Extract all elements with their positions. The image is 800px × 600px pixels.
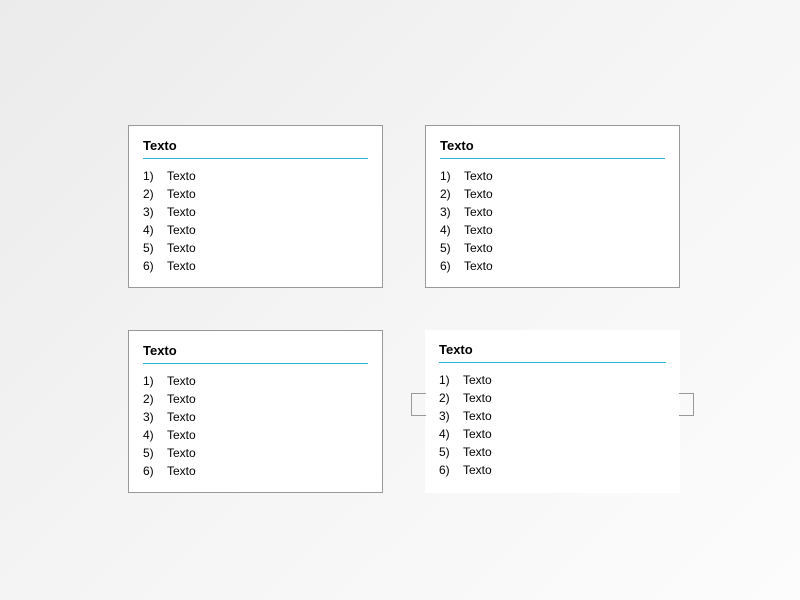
list-number: 1)	[439, 373, 463, 387]
list-item: 4)Texto	[439, 427, 666, 441]
list-number: 1)	[143, 169, 167, 183]
card-underline	[143, 363, 368, 364]
list-text: Texto	[464, 241, 665, 255]
card-title: Texto	[143, 343, 368, 358]
list-number: 4)	[440, 223, 464, 237]
list-text: Texto	[463, 463, 666, 477]
list-number: 3)	[439, 409, 463, 423]
list-number: 4)	[439, 427, 463, 441]
list-number: 6)	[439, 463, 463, 477]
list-item: 1)Texto	[439, 373, 666, 387]
list-item: 3)Texto	[440, 205, 665, 219]
text-card: Texto 1)Texto 2)Texto 3)Texto 4)Texto 5)…	[425, 330, 680, 493]
list-number: 1)	[143, 374, 167, 388]
list-number: 1)	[440, 169, 464, 183]
list-number: 3)	[143, 205, 167, 219]
list-item: 6)Texto	[440, 259, 665, 273]
card-title: Texto	[439, 342, 666, 357]
list-text: Texto	[463, 373, 666, 387]
list-text: Texto	[167, 392, 368, 406]
list-number: 4)	[143, 223, 167, 237]
card-underline	[143, 158, 368, 159]
list-text: Texto	[463, 391, 666, 405]
list-item: 2)Texto	[440, 187, 665, 201]
list-text: Texto	[463, 445, 666, 459]
list-number: 5)	[440, 241, 464, 255]
list-text: Texto	[464, 205, 665, 219]
list-item: 3)Texto	[143, 410, 368, 424]
list-number: 5)	[439, 445, 463, 459]
list-number: 2)	[439, 391, 463, 405]
list-item: 4)Texto	[143, 223, 368, 237]
list-item: 5)Texto	[439, 445, 666, 459]
list-text: Texto	[167, 169, 368, 183]
list-number: 2)	[143, 187, 167, 201]
list-text: Texto	[167, 446, 368, 460]
list-item: 5)Texto	[143, 241, 368, 255]
list-item: 2)Texto	[143, 392, 368, 406]
list-number: 2)	[440, 187, 464, 201]
list-item: 1)Texto	[143, 169, 368, 183]
card-title: Texto	[440, 138, 665, 153]
card-title: Texto	[143, 138, 368, 153]
list-text: Texto	[464, 223, 665, 237]
list-text: Texto	[463, 409, 666, 423]
card-list: 1)Texto 2)Texto 3)Texto 4)Texto 5)Texto …	[440, 169, 665, 273]
list-text: Texto	[167, 410, 368, 424]
list-number: 3)	[143, 410, 167, 424]
list-text: Texto	[167, 187, 368, 201]
text-card: Texto 1)Texto 2)Texto 3)Texto 4)Texto 5)…	[128, 125, 383, 288]
list-text: Texto	[167, 223, 368, 237]
list-number: 2)	[143, 392, 167, 406]
list-text: Texto	[464, 169, 665, 183]
list-item: 6)Texto	[143, 464, 368, 478]
list-text: Texto	[463, 427, 666, 441]
list-item: 5)Texto	[143, 446, 368, 460]
list-number: 5)	[143, 446, 167, 460]
card-list: 1)Texto 2)Texto 3)Texto 4)Texto 5)Texto …	[143, 169, 368, 273]
list-item: 4)Texto	[440, 223, 665, 237]
list-number: 5)	[143, 241, 167, 255]
list-item: 1)Texto	[440, 169, 665, 183]
list-item: 6)Texto	[143, 259, 368, 273]
text-card: Texto 1)Texto 2)Texto 3)Texto 4)Texto 5)…	[425, 125, 680, 288]
list-text: Texto	[464, 259, 665, 273]
list-item: 2)Texto	[439, 391, 666, 405]
list-text: Texto	[167, 464, 368, 478]
list-text: Texto	[464, 187, 665, 201]
list-item: 5)Texto	[440, 241, 665, 255]
list-number: 6)	[440, 259, 464, 273]
list-item: 4)Texto	[143, 428, 368, 442]
card-underline	[440, 158, 665, 159]
list-item: 2)Texto	[143, 187, 368, 201]
text-card: Texto 1)Texto 2)Texto 3)Texto 4)Texto 5)…	[128, 330, 383, 493]
card-list: 1)Texto 2)Texto 3)Texto 4)Texto 5)Texto …	[143, 374, 368, 478]
list-number: 4)	[143, 428, 167, 442]
list-text: Texto	[167, 241, 368, 255]
list-text: Texto	[167, 428, 368, 442]
list-number: 6)	[143, 259, 167, 273]
list-item: 1)Texto	[143, 374, 368, 388]
list-item: 6)Texto	[439, 463, 666, 477]
card-grid: Texto 1)Texto 2)Texto 3)Texto 4)Texto 5)…	[128, 125, 680, 493]
list-text: Texto	[167, 374, 368, 388]
list-number: 6)	[143, 464, 167, 478]
list-number: 3)	[440, 205, 464, 219]
card-underline	[439, 362, 666, 363]
list-item: 3)Texto	[439, 409, 666, 423]
card-list: 1)Texto 2)Texto 3)Texto 4)Texto 5)Texto …	[439, 373, 666, 477]
list-item: 3)Texto	[143, 205, 368, 219]
list-text: Texto	[167, 205, 368, 219]
list-text: Texto	[167, 259, 368, 273]
